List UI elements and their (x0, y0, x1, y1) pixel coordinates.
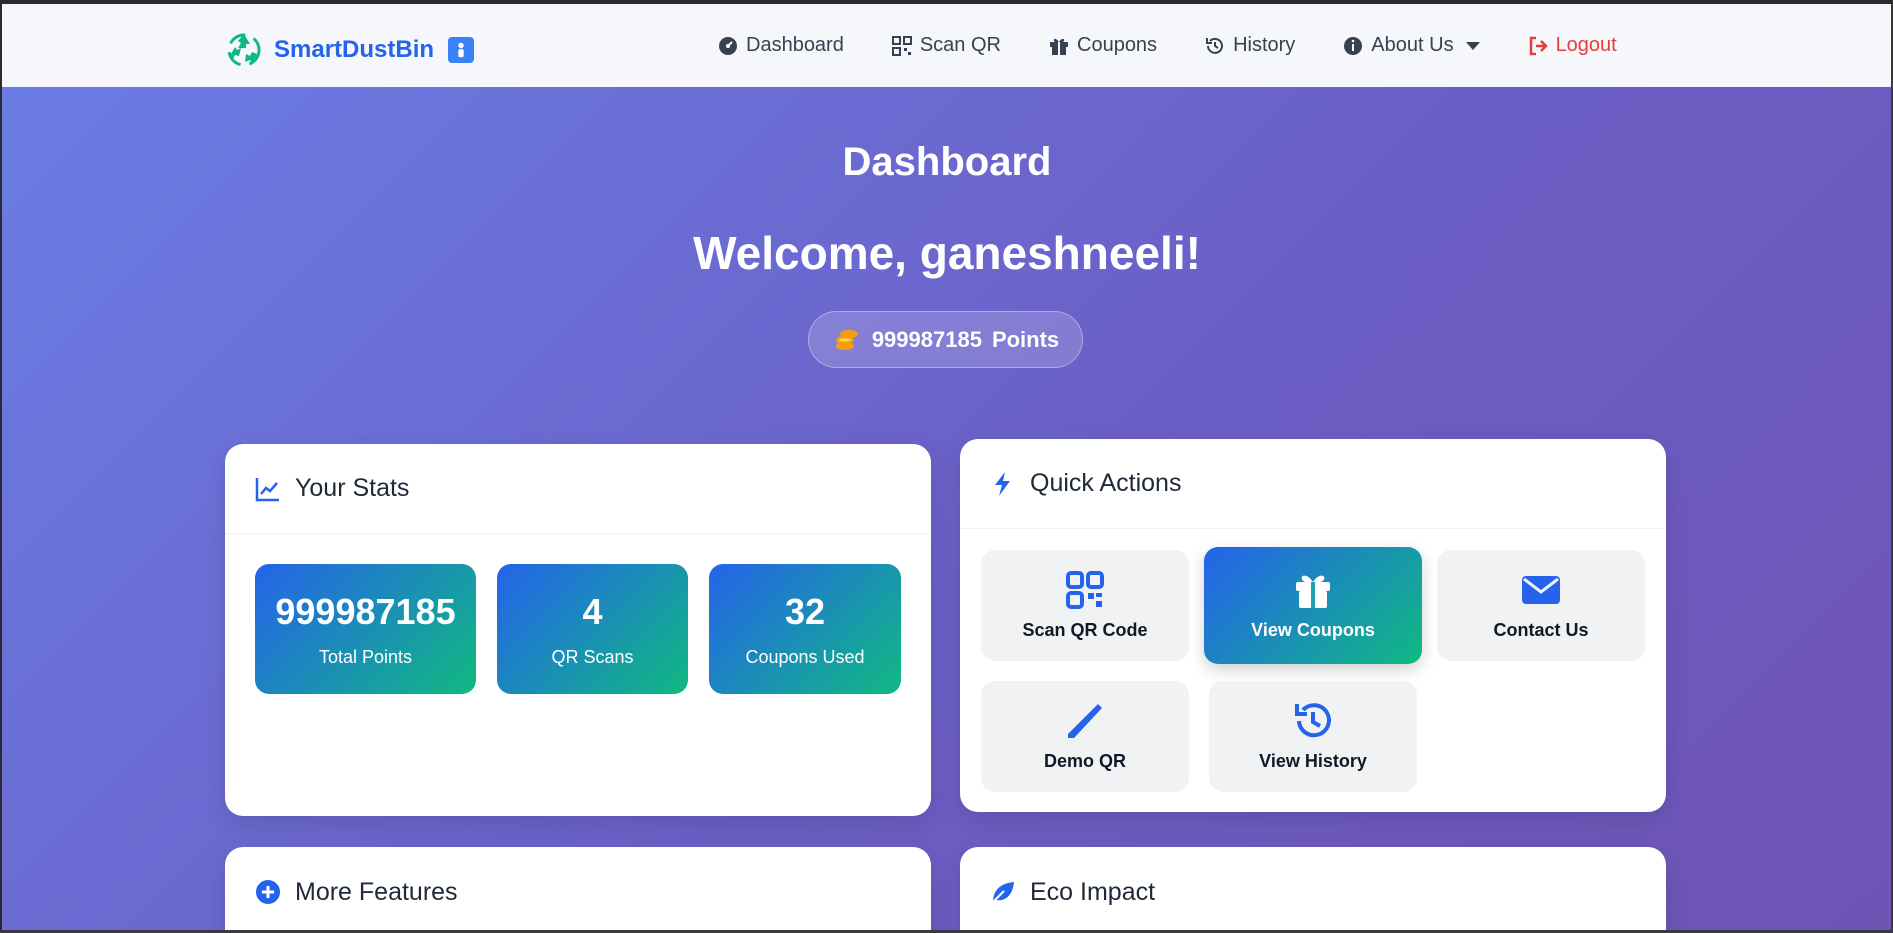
chevron-down-icon (1465, 41, 1480, 50)
stat-value: 32 (784, 590, 826, 632)
brand-name: SmartDustBin (274, 36, 435, 63)
action-label: Scan QR Code (1022, 620, 1148, 640)
stats-card-title: Your Stats (295, 474, 410, 502)
leaf-icon (991, 882, 1014, 904)
info-icon (1344, 36, 1363, 55)
points-label: Points (991, 326, 1060, 352)
qr-icon (1066, 571, 1104, 609)
stat-label: QR Scans (551, 646, 634, 667)
recycle-icon (227, 33, 261, 67)
stats-card-header: Your Stats (225, 444, 931, 534)
nav-scan-qr-label: Scan QR (919, 34, 1001, 56)
eco-impact-card: Eco Impact (960, 847, 1666, 930)
person-icon (448, 37, 475, 63)
points-value: 999987185 (871, 326, 982, 352)
action-label: Contact Us (1493, 620, 1589, 640)
stat-total-points: 999987185 Total Points (255, 564, 476, 694)
browser-viewport: SmartDustBin Dashboard Scan QR Coupons H… (0, 4, 1891, 930)
nav-about-us[interactable]: About Us (1343, 34, 1480, 57)
stat-value: 999987185 (275, 590, 456, 632)
more-features-title: More Features (295, 877, 458, 906)
action-label: Demo QR (1043, 751, 1126, 771)
gift-icon (1296, 575, 1330, 608)
action-label: View History (1259, 751, 1367, 771)
quick-actions-header: Quick Actions (960, 439, 1666, 529)
logout-icon (1529, 36, 1548, 55)
nav-coupons[interactable]: Coupons (1049, 34, 1157, 57)
contact-us-button[interactable]: Contact Us (1437, 550, 1645, 661)
envelope-icon (1522, 576, 1560, 604)
logout-label: Logout (1555, 34, 1617, 56)
nav-history-label: History (1233, 34, 1296, 56)
stats-card: Your Stats 999987185 Total Points 4 QR S… (225, 444, 931, 816)
coins-icon (835, 329, 858, 350)
history-icon (1206, 37, 1224, 54)
nav-dashboard[interactable]: Dashboard (718, 34, 844, 57)
stat-qr-scans: 4 QR Scans (497, 564, 688, 694)
stat-value: 4 (582, 590, 603, 632)
stat-label: Coupons Used (745, 646, 865, 667)
navbar: SmartDustBin Dashboard Scan QR Coupons H… (2, 4, 1891, 87)
view-coupons-button[interactable]: View Coupons (1204, 547, 1422, 664)
welcome-heading: Welcome, ganeshneeli! (693, 227, 1201, 279)
wand-icon (1068, 704, 1102, 738)
qr-icon (891, 35, 912, 56)
stat-label: Total Points (318, 646, 413, 667)
history-icon (1295, 703, 1331, 738)
brand[interactable]: SmartDustBin (224, 30, 475, 70)
eco-impact-header: Eco Impact (960, 847, 1666, 930)
scan-qr-code-button[interactable]: Scan QR Code (981, 550, 1189, 661)
nav-coupons-label: Coupons (1077, 34, 1158, 56)
more-features-card: More Features (225, 847, 931, 930)
quick-actions-card: Quick Actions Scan QR Code View Coupons … (960, 439, 1666, 812)
demo-qr-button[interactable]: Demo QR (981, 681, 1189, 792)
logout-link[interactable]: Logout (1528, 34, 1617, 57)
gift-icon (1050, 38, 1068, 55)
stat-coupons-used: 32 Coupons Used (709, 564, 901, 694)
points-badge: 999987185 Points (808, 311, 1083, 368)
chart-line-icon (255, 477, 279, 501)
nav-scan-qr[interactable]: Scan QR (891, 34, 1001, 57)
eco-impact-title: Eco Impact (1030, 877, 1156, 906)
view-history-button[interactable]: View History (1209, 681, 1417, 792)
quick-actions-title: Quick Actions (1030, 469, 1182, 497)
plus-circle-icon (256, 880, 280, 904)
gauge-icon (719, 36, 737, 55)
more-features-header: More Features (225, 847, 931, 930)
action-label: View Coupons (1251, 620, 1375, 640)
bolt-icon (995, 471, 1010, 496)
nav-about-us-label: About Us (1371, 34, 1454, 56)
nav-dashboard-label: Dashboard (746, 34, 844, 56)
main-nav: Dashboard Scan QR Coupons History About … (718, 34, 1617, 57)
nav-history[interactable]: History (1205, 34, 1295, 57)
page-title: Dashboard (842, 140, 1052, 184)
